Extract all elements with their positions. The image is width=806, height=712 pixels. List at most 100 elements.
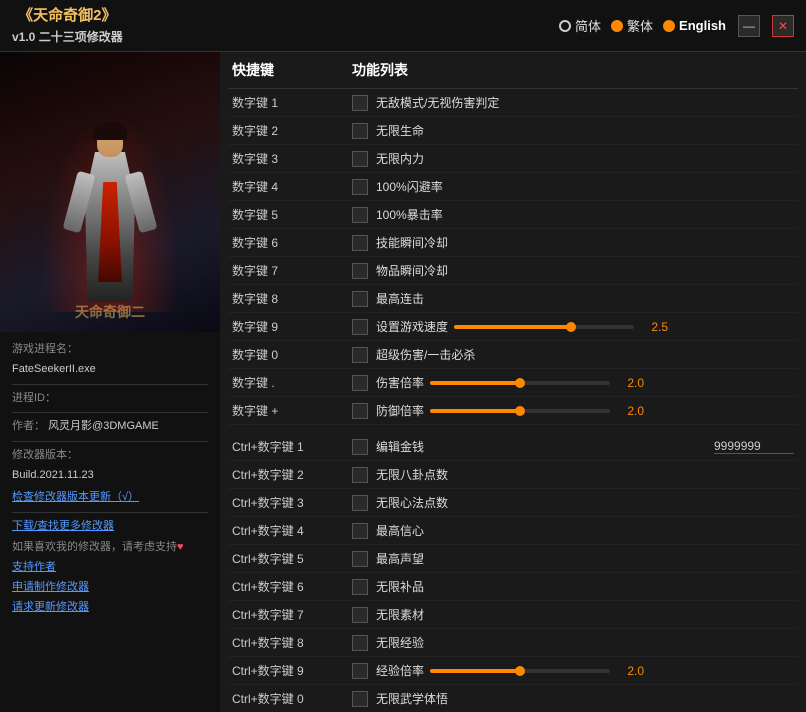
slider-fill — [430, 409, 520, 413]
lang-traditional[interactable]: 繁体 — [611, 16, 653, 35]
table-row: 数字键 0 超级伤害/一击必杀 — [228, 341, 798, 369]
table-row: 数字键 1 无敌模式/无视伤害判定 — [228, 89, 798, 117]
cheat-checkbox[interactable] — [352, 607, 368, 623]
key-label: 数字键 4 — [232, 178, 352, 195]
slider-value: 2.0 — [616, 404, 644, 418]
table-row: Ctrl+数字键 6 无限补品 — [228, 573, 798, 601]
cheat-checkbox[interactable] — [352, 179, 368, 195]
table-row: 数字键 .伤害倍率2.0 — [228, 369, 798, 397]
cheat-checkbox[interactable] — [352, 403, 368, 419]
slider-value: 2.0 — [616, 664, 644, 678]
cheat-checkbox[interactable] — [352, 663, 368, 679]
cheat-name: 无限补品 — [376, 578, 794, 595]
money-input[interactable] — [714, 439, 794, 454]
radio-traditional — [611, 20, 623, 32]
process-label: 游戏进程名： — [12, 340, 208, 360]
cheat-checkbox[interactable] — [352, 579, 368, 595]
slider-thumb[interactable] — [515, 378, 525, 388]
cheat-name: 技能瞬间冷却 — [376, 234, 794, 251]
custom-link[interactable]: 申请制作修改器 — [12, 578, 208, 598]
cheat-name: 物品瞬间冷却 — [376, 262, 794, 279]
lang-simplified[interactable]: 简体 — [559, 16, 601, 35]
slider-name: 防御倍率 — [376, 402, 424, 419]
slider-fill — [430, 381, 520, 385]
key-label: 数字键 3 — [232, 150, 352, 167]
slider-value: 2.0 — [616, 376, 644, 390]
lang-english[interactable]: English — [663, 18, 726, 33]
cheat-checkbox[interactable] — [352, 523, 368, 539]
table-row: 数字键 3无限内力 — [228, 145, 798, 173]
key-label: Ctrl+数字键 2 — [232, 466, 352, 483]
key-label: Ctrl+数字键 0 — [232, 690, 352, 707]
radio-simplified — [559, 20, 571, 32]
cheat-checkbox[interactable] — [352, 467, 368, 483]
cheat-checkbox[interactable] — [352, 123, 368, 139]
lang-traditional-label: 繁体 — [627, 16, 653, 35]
cheat-checkbox[interactable] — [352, 319, 368, 335]
radio-english — [663, 20, 675, 32]
slider-thumb[interactable] — [515, 666, 525, 676]
slider-track[interactable] — [430, 409, 610, 413]
key-label: 数字键 9 — [232, 318, 352, 335]
slider-container: 经验倍率2.0 — [376, 662, 794, 679]
slider-container: 设置游戏速度2.5 — [376, 318, 794, 335]
cheat-checkbox[interactable] — [352, 635, 368, 651]
minimize-button[interactable]: — — [738, 15, 760, 37]
pid-label: 进程ID： — [12, 389, 208, 409]
key-label: 数字键 + — [232, 402, 352, 419]
language-options: 简体 繁体 English — [559, 16, 726, 35]
table-row: 数字键 8 最高连击 — [228, 285, 798, 313]
support-link[interactable]: 支持作者 — [12, 558, 208, 578]
table-row: 数字键 7物品瞬间冷却 — [228, 257, 798, 285]
slider-track[interactable] — [430, 381, 610, 385]
cheat-checkbox[interactable] — [352, 263, 368, 279]
heart-icon: ♥ — [177, 541, 184, 553]
key-label: 数字键 0 — [232, 346, 352, 363]
cheat-checkbox[interactable] — [352, 691, 368, 707]
check-update-link[interactable]: 检查修改器版本更新（√） — [12, 488, 208, 508]
key-label: 数字键 8 — [232, 290, 352, 307]
key-label: Ctrl+数字键 3 — [232, 494, 352, 511]
main-content: 天命奇御二 游戏进程名： FateSeekerII.exe 进程ID： 作者： … — [0, 52, 806, 712]
cheat-checkbox[interactable] — [352, 551, 368, 567]
cheat-checkbox[interactable] — [352, 151, 368, 167]
table-row: 数字键 9 设置游戏速度2.5 — [228, 313, 798, 341]
lang-english-label: English — [679, 18, 726, 33]
slider-thumb[interactable] — [515, 406, 525, 416]
author-label: 作者： 风灵月影@3DMGAME — [12, 417, 208, 437]
cheat-checkbox[interactable] — [352, 347, 368, 363]
cheat-name: 无限心法点数 — [376, 494, 794, 511]
game-image: 天命奇御二 — [0, 52, 220, 332]
cheat-name: 无限武学体悟 — [376, 690, 794, 707]
slider-thumb[interactable] — [566, 322, 576, 332]
slider-track[interactable] — [430, 669, 610, 673]
cheat-name: 超级伤害/一击必杀 — [376, 346, 794, 363]
cheat-name: 最高连击 — [376, 290, 794, 307]
cheat-checkbox[interactable] — [352, 291, 368, 307]
cheat-checkbox[interactable] — [352, 207, 368, 223]
cheat-checkbox[interactable] — [352, 95, 368, 111]
key-label: 数字键 1 — [232, 94, 352, 111]
right-panel: 快捷键 功能列表 数字键 1无敌模式/无视伤害判定数字键 2无限生命数字键 3无… — [220, 52, 806, 712]
key-label: 数字键 . — [232, 374, 352, 391]
cheat-checkbox[interactable] — [352, 495, 368, 511]
key-label: Ctrl+数字键 6 — [232, 578, 352, 595]
slider-container: 防御倍率 2.0 — [376, 402, 794, 419]
slider-track[interactable] — [454, 325, 634, 329]
close-button[interactable]: ✕ — [772, 15, 794, 37]
lang-simplified-label: 简体 — [575, 16, 601, 35]
cheat-name: 无限生命 — [376, 122, 794, 139]
header-func: 功能列表 — [352, 60, 794, 80]
cheat-name: 无限素材 — [376, 606, 794, 623]
slider-name: 设置游戏速度 — [376, 318, 448, 335]
request-link[interactable]: 请求更新修改器 — [12, 598, 208, 618]
cheat-name: 100%闪避率 — [376, 178, 794, 195]
cheat-checkbox[interactable] — [352, 235, 368, 251]
cheat-checkbox[interactable] — [352, 375, 368, 391]
cheat-checkbox[interactable] — [352, 439, 368, 455]
title-bar: 《天命奇御2》 v1.0 二十三项修改器 简体 繁体 English — ✕ — [0, 0, 806, 52]
download-link[interactable]: 下载/查找更多修改器 — [12, 517, 208, 537]
table-row: Ctrl+数字键 7无限素材 — [228, 601, 798, 629]
title-sub: v1.0 二十三项修改器 — [12, 28, 123, 46]
cheat-name: 无敌模式/无视伤害判定 — [376, 94, 794, 111]
